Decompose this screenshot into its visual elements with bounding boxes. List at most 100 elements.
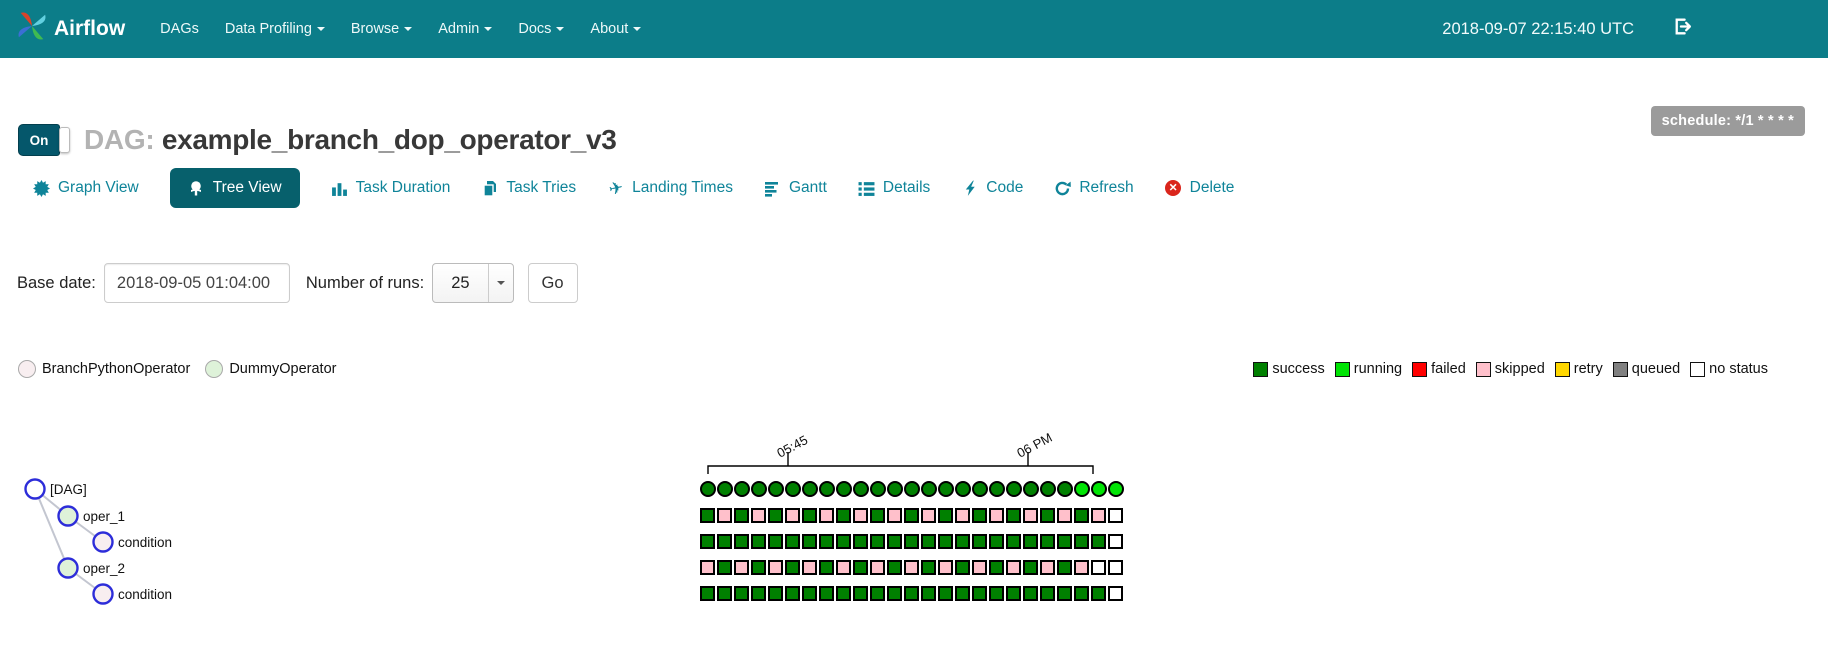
task-instance-square-skipped[interactable] [819, 508, 834, 523]
task-instance-square-success[interactable] [1074, 534, 1089, 549]
dag-run-circle-success[interactable] [802, 481, 818, 497]
dag-run-circle-success[interactable] [972, 481, 988, 497]
task-instance-square-no_status[interactable] [1108, 508, 1123, 523]
task-instance-square-success[interactable] [717, 560, 732, 575]
tab-task-tries[interactable]: Task Tries [481, 168, 576, 208]
nav-item-docs[interactable]: Docs [505, 21, 577, 37]
task-instance-square-success[interactable] [972, 534, 987, 549]
dag-run-circle-success[interactable] [989, 481, 1005, 497]
task-instance-square-success[interactable] [751, 560, 766, 575]
task-instance-square-success[interactable] [802, 508, 817, 523]
task-instance-square-success[interactable] [921, 586, 936, 601]
task-instance-square-success[interactable] [870, 586, 885, 601]
task-instance-square-success[interactable] [921, 534, 936, 549]
dag-run-circle-success[interactable] [768, 481, 784, 497]
tree-node-oper-1[interactable] [57, 505, 79, 527]
tab-delete[interactable]: ✕ Delete [1165, 168, 1234, 208]
tab-details[interactable]: Details [858, 168, 930, 208]
dag-run-circle-success[interactable] [1057, 481, 1073, 497]
task-instance-square-skipped[interactable] [972, 560, 987, 575]
task-instance-square-skipped[interactable] [870, 560, 885, 575]
task-instance-square-success[interactable] [989, 586, 1004, 601]
dag-run-circle-running[interactable] [1108, 481, 1124, 497]
task-instance-square-skipped[interactable] [700, 560, 715, 575]
dag-run-circle-success[interactable] [870, 481, 886, 497]
task-instance-square-success[interactable] [1091, 534, 1106, 549]
tab-landing-times[interactable]: ✈ Landing Times [607, 168, 733, 208]
task-instance-square-skipped[interactable] [1006, 560, 1021, 575]
dag-run-circle-success[interactable] [904, 481, 920, 497]
task-instance-square-success[interactable] [734, 586, 749, 601]
airflow-brand[interactable]: Airflow [17, 11, 125, 47]
task-instance-square-skipped[interactable] [887, 508, 902, 523]
task-instance-square-success[interactable] [853, 586, 868, 601]
task-instance-square-skipped[interactable] [785, 508, 800, 523]
task-instance-square-success[interactable] [972, 586, 987, 601]
dag-run-circle-success[interactable] [853, 481, 869, 497]
task-instance-square-success[interactable] [734, 534, 749, 549]
task-instance-square-success[interactable] [887, 586, 902, 601]
task-instance-square-success[interactable] [1023, 560, 1038, 575]
nav-item-dags[interactable]: DAGs [147, 21, 212, 37]
task-instance-square-success[interactable] [819, 586, 834, 601]
task-instance-square-success[interactable] [1057, 586, 1072, 601]
task-instance-square-no_status[interactable] [1091, 560, 1106, 575]
tab-graph-view[interactable]: Graph View [33, 168, 139, 208]
task-instance-square-success[interactable] [1040, 508, 1055, 523]
task-instance-square-skipped[interactable] [802, 560, 817, 575]
task-instance-square-skipped[interactable] [1023, 508, 1038, 523]
num-runs-select[interactable]: 25 [432, 263, 514, 303]
task-instance-square-skipped[interactable] [989, 508, 1004, 523]
task-instance-square-success[interactable] [1006, 534, 1021, 549]
task-instance-square-success[interactable] [989, 534, 1004, 549]
task-instance-square-success[interactable] [1074, 508, 1089, 523]
task-instance-square-skipped[interactable] [717, 508, 732, 523]
dag-run-circle-success[interactable] [836, 481, 852, 497]
task-instance-square-success[interactable] [1006, 508, 1021, 523]
task-instance-square-success[interactable] [819, 534, 834, 549]
dag-run-circle-success[interactable] [1006, 481, 1022, 497]
task-instance-square-success[interactable] [802, 586, 817, 601]
dag-run-circle-success[interactable] [717, 481, 733, 497]
task-instance-square-skipped[interactable] [751, 508, 766, 523]
task-instance-square-success[interactable] [972, 508, 987, 523]
task-instance-square-success[interactable] [955, 586, 970, 601]
task-instance-square-success[interactable] [717, 586, 732, 601]
dag-run-circle-success[interactable] [785, 481, 801, 497]
task-instance-square-skipped[interactable] [1057, 508, 1072, 523]
dag-run-circle-success[interactable] [1040, 481, 1056, 497]
task-instance-square-success[interactable] [768, 534, 783, 549]
task-instance-square-skipped[interactable] [955, 508, 970, 523]
nav-item-browse[interactable]: Browse [338, 21, 425, 37]
task-instance-square-success[interactable] [836, 534, 851, 549]
task-instance-square-success[interactable] [768, 508, 783, 523]
task-instance-square-skipped[interactable] [904, 560, 919, 575]
task-instance-square-success[interactable] [1023, 534, 1038, 549]
dag-run-circle-success[interactable] [887, 481, 903, 497]
nav-item-admin[interactable]: Admin [425, 21, 505, 37]
task-instance-square-success[interactable] [904, 534, 919, 549]
task-instance-square-success[interactable] [853, 534, 868, 549]
tab-task-duration[interactable]: Task Duration [331, 168, 450, 208]
task-instance-square-skipped[interactable] [768, 560, 783, 575]
tab-gantt[interactable]: Gantt [764, 168, 827, 208]
task-instance-square-success[interactable] [904, 508, 919, 523]
task-instance-square-success[interactable] [836, 508, 851, 523]
task-instance-square-success[interactable] [853, 560, 868, 575]
task-instance-square-skipped[interactable] [938, 560, 953, 575]
dag-run-circle-success[interactable] [955, 481, 971, 497]
dag-run-circle-success[interactable] [700, 481, 716, 497]
nav-item-about[interactable]: About [577, 21, 654, 37]
task-instance-square-success[interactable] [1006, 586, 1021, 601]
task-instance-square-no_status[interactable] [1108, 560, 1123, 575]
base-date-input[interactable] [103, 263, 290, 303]
task-instance-square-skipped[interactable] [1091, 508, 1106, 523]
nav-item-data-profiling[interactable]: Data Profiling [212, 21, 338, 37]
tab-refresh[interactable]: Refresh [1054, 168, 1134, 208]
task-instance-square-success[interactable] [819, 560, 834, 575]
task-instance-square-no_status[interactable] [1108, 586, 1123, 601]
task-instance-square-success[interactable] [751, 586, 766, 601]
task-instance-square-success[interactable] [887, 560, 902, 575]
task-instance-square-success[interactable] [700, 534, 715, 549]
task-instance-square-success[interactable] [751, 534, 766, 549]
